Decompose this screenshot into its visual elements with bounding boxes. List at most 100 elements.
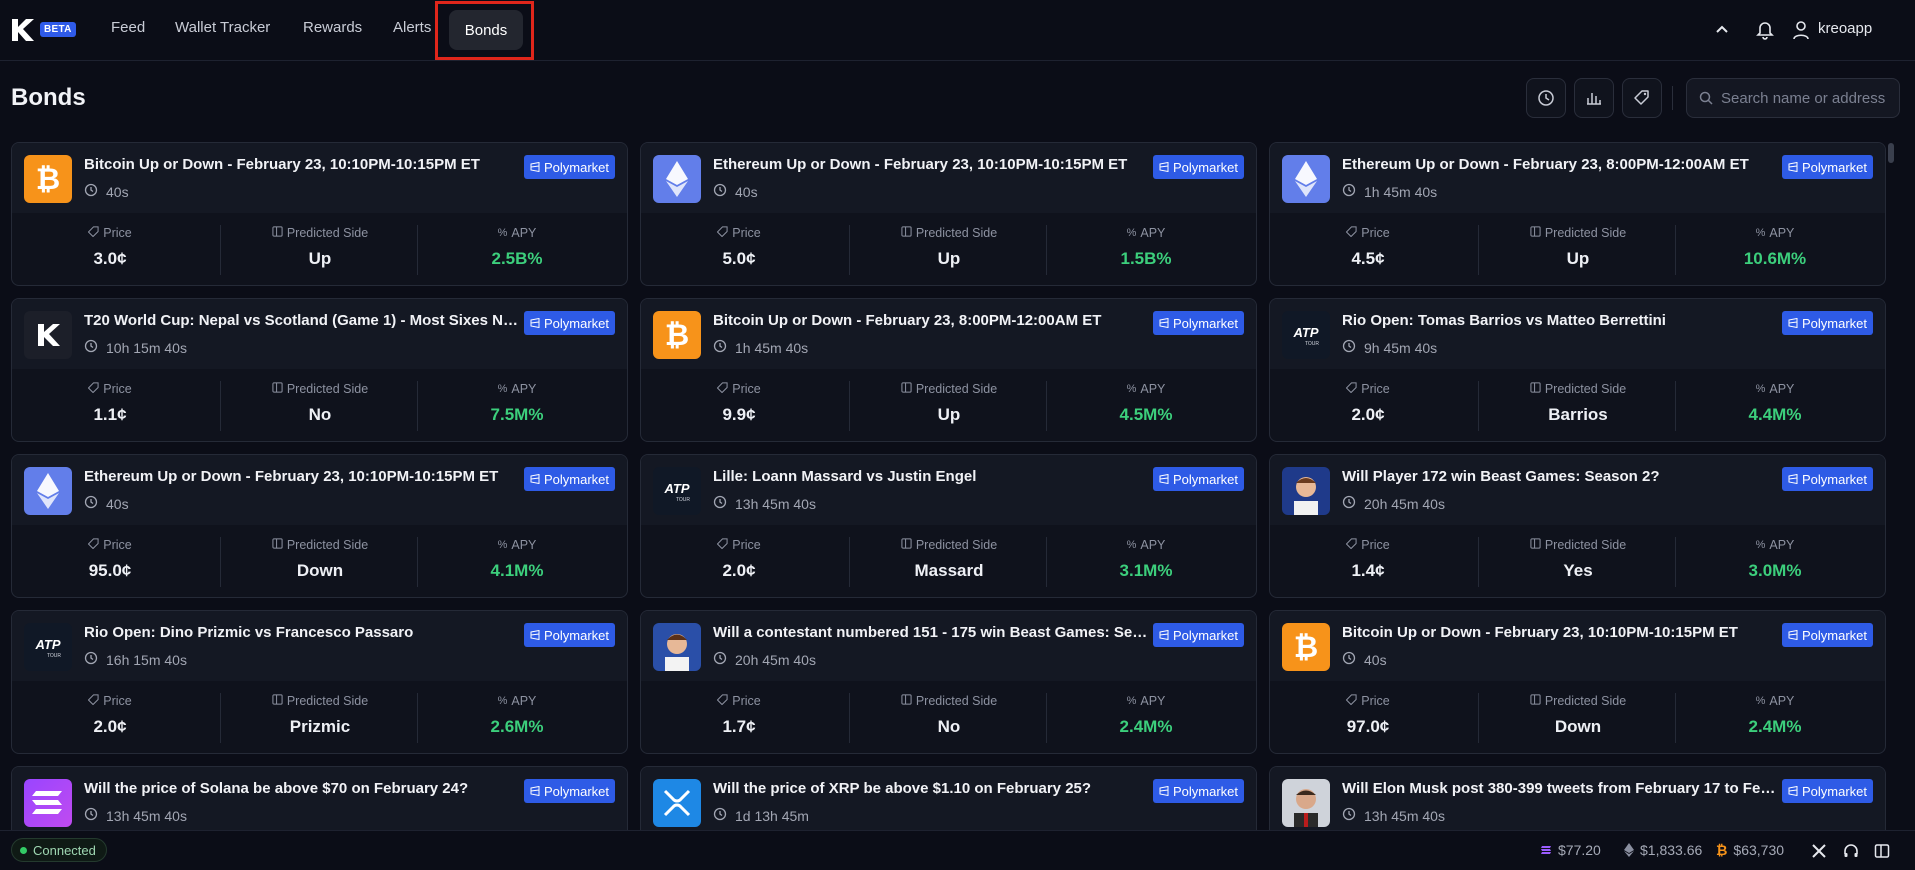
card-title[interactable]: Lille: Loann Massard vs Justin Engel bbox=[713, 468, 1153, 485]
contestant-avatar-icon bbox=[653, 623, 701, 671]
bell-icon[interactable] bbox=[1756, 20, 1774, 40]
bitcoin-icon: ₿ bbox=[1282, 623, 1330, 671]
sol-price: $77.20 bbox=[1558, 842, 1601, 858]
polymarket-badge[interactable]: Polymarket bbox=[523, 779, 615, 803]
polymarket-badge[interactable]: Polymarket bbox=[1152, 467, 1244, 491]
bond-card[interactable]: T20 World Cup: Nepal vs Scotland (Game 1… bbox=[11, 298, 628, 442]
polymarket-badge[interactable]: Polymarket bbox=[1152, 155, 1244, 179]
bond-card[interactable]: ATP TOUR Lille: Loann Massard vs Justin En… bbox=[640, 454, 1257, 598]
side-value: Up bbox=[1566, 249, 1590, 268]
price-label: Price bbox=[732, 538, 761, 552]
tag-icon bbox=[1634, 90, 1649, 105]
side-label: Predicted Side bbox=[1544, 226, 1627, 240]
bond-card[interactable]: Will a contestant numbered 151 - 175 win… bbox=[640, 610, 1257, 754]
stat-divider bbox=[1478, 693, 1479, 743]
polymarket-badge[interactable]: Polymarket bbox=[1152, 779, 1244, 803]
bond-card[interactable]: Ethereum Up or Down - February 23, 8:00P… bbox=[1269, 142, 1886, 286]
nav-wallet-tracker[interactable]: Wallet Tracker bbox=[175, 19, 270, 36]
sidebar-layout-icon[interactable] bbox=[1874, 843, 1890, 859]
polymarket-badge[interactable]: Polymarket bbox=[1781, 155, 1873, 179]
bond-card[interactable]: Ethereum Up or Down - February 23, 10:10… bbox=[11, 454, 628, 598]
search-box[interactable] bbox=[1686, 78, 1900, 118]
polymarket-badge[interactable]: Polymarket bbox=[1781, 467, 1873, 491]
polymarket-badge[interactable]: Polymarket bbox=[523, 155, 615, 179]
card-title[interactable]: Will a contestant numbered 151 - 175 win… bbox=[713, 624, 1153, 641]
card-title[interactable]: Rio Open: Dino Prizmic vs Francesco Pass… bbox=[84, 624, 524, 641]
nav-alerts[interactable]: Alerts bbox=[393, 19, 431, 36]
username[interactable]: kreoapp bbox=[1818, 20, 1872, 37]
polymarket-icon bbox=[1788, 784, 1798, 799]
polymarket-icon bbox=[1159, 784, 1169, 799]
time-filter-button[interactable] bbox=[1526, 78, 1566, 118]
card-title[interactable]: Bitcoin Up or Down - February 23, 10:10P… bbox=[1342, 624, 1782, 641]
polymarket-badge[interactable]: Polymarket bbox=[1152, 311, 1244, 335]
card-time: 20h 45m 40s bbox=[713, 651, 816, 668]
percent-icon: % bbox=[1126, 227, 1137, 239]
card-time: 40s bbox=[84, 495, 129, 512]
headphones-icon[interactable] bbox=[1843, 843, 1859, 859]
side-stat: Predicted Side Prizmic bbox=[222, 693, 418, 743]
card-time-label: 9h 45m 40s bbox=[1364, 339, 1438, 356]
kreo-logo-icon[interactable] bbox=[10, 17, 36, 43]
atp-tour-icon: ATP TOUR bbox=[653, 467, 701, 515]
apy-label: APY bbox=[511, 382, 537, 396]
polymarket-badge[interactable]: Polymarket bbox=[523, 623, 615, 647]
bond-card[interactable]: ₿ Bitcoin Up or Down - February 23, 10:10… bbox=[1269, 610, 1886, 754]
card-title[interactable]: Will the price of Solana be above $70 on… bbox=[84, 780, 524, 797]
polymarket-icon bbox=[1159, 160, 1169, 175]
clock-icon bbox=[713, 495, 727, 512]
polymarket-badge[interactable]: Polymarket bbox=[1152, 623, 1244, 647]
card-title[interactable]: Will Elon Musk post 380-399 tweets from … bbox=[1342, 780, 1782, 797]
nav-feed[interactable]: Feed bbox=[111, 19, 145, 36]
x-twitter-icon[interactable] bbox=[1811, 843, 1827, 859]
side-label: Predicted Side bbox=[915, 694, 998, 708]
price-value: 95.0¢ bbox=[88, 561, 132, 580]
bond-card[interactable]: ATP TOUR Rio Open: Tomas Barrios vs Matteo… bbox=[1269, 298, 1886, 442]
stat-divider bbox=[417, 693, 418, 743]
side-value: Up bbox=[937, 249, 961, 268]
card-time-label: 10h 15m 40s bbox=[106, 339, 187, 356]
bond-card[interactable]: ATP TOUR Rio Open: Dino Prizmic vs Frances… bbox=[11, 610, 628, 754]
card-title[interactable]: Bitcoin Up or Down - February 23, 8:00PM… bbox=[713, 312, 1153, 329]
clock-icon bbox=[84, 183, 98, 200]
card-title[interactable]: Ethereum Up or Down - February 23, 8:00P… bbox=[1342, 156, 1782, 173]
polymarket-badge[interactable]: Polymarket bbox=[1781, 311, 1873, 335]
chevron-up-icon[interactable] bbox=[1714, 22, 1730, 38]
card-title[interactable]: Ethereum Up or Down - February 23, 10:10… bbox=[713, 156, 1153, 173]
bond-card[interactable]: ₿ Bitcoin Up or Down - February 23, 8:00P… bbox=[640, 298, 1257, 442]
stat-divider bbox=[849, 225, 850, 275]
clock-icon bbox=[1342, 183, 1356, 200]
price-stat: Price 1.7¢ bbox=[641, 693, 837, 743]
side-value: Down bbox=[1554, 717, 1602, 736]
scrollbar[interactable] bbox=[1888, 143, 1894, 163]
user-icon[interactable] bbox=[1792, 20, 1810, 40]
clock-icon bbox=[84, 807, 98, 824]
card-title[interactable]: Will the price of XRP be above $1.10 on … bbox=[713, 780, 1153, 797]
tag-icon bbox=[716, 382, 728, 396]
card-title[interactable]: Will Player 172 win Beast Games: Season … bbox=[1342, 468, 1782, 485]
nav-bonds[interactable]: Bonds bbox=[449, 10, 523, 50]
price-value: 2.0¢ bbox=[722, 561, 756, 580]
chart-filter-button[interactable] bbox=[1574, 78, 1614, 118]
price-label: Price bbox=[732, 694, 761, 708]
bond-card[interactable]: ₿ Bitcoin Up or Down - February 23, 10:10… bbox=[11, 142, 628, 286]
status-dot-icon bbox=[20, 846, 27, 854]
bond-card[interactable]: Ethereum Up or Down - February 23, 10:10… bbox=[640, 142, 1257, 286]
card-title[interactable]: T20 World Cup: Nepal vs Scotland (Game 1… bbox=[84, 312, 524, 329]
polymarket-badge[interactable]: Polymarket bbox=[523, 467, 615, 491]
card-title[interactable]: Rio Open: Tomas Barrios vs Matteo Berret… bbox=[1342, 312, 1782, 329]
polymarket-label: Polymarket bbox=[543, 471, 609, 487]
card-title[interactable]: Bitcoin Up or Down - February 23, 10:10P… bbox=[84, 156, 524, 173]
tag-filter-button[interactable] bbox=[1622, 78, 1662, 118]
tag-icon bbox=[1345, 694, 1357, 708]
bond-card[interactable]: Will Player 172 win Beast Games: Season … bbox=[1269, 454, 1886, 598]
side-stat: Predicted Side Barrios bbox=[1480, 381, 1676, 431]
polymarket-badge[interactable]: Polymarket bbox=[1781, 779, 1873, 803]
card-time-label: 20h 45m 40s bbox=[735, 651, 816, 668]
polymarket-badge[interactable]: Polymarket bbox=[523, 311, 615, 335]
nav-rewards[interactable]: Rewards bbox=[303, 19, 362, 36]
search-input[interactable] bbox=[1721, 89, 1896, 107]
apy-stat: % APY 4.1M% bbox=[419, 537, 615, 587]
card-title[interactable]: Ethereum Up or Down - February 23, 10:10… bbox=[84, 468, 524, 485]
polymarket-badge[interactable]: Polymarket bbox=[1781, 623, 1873, 647]
